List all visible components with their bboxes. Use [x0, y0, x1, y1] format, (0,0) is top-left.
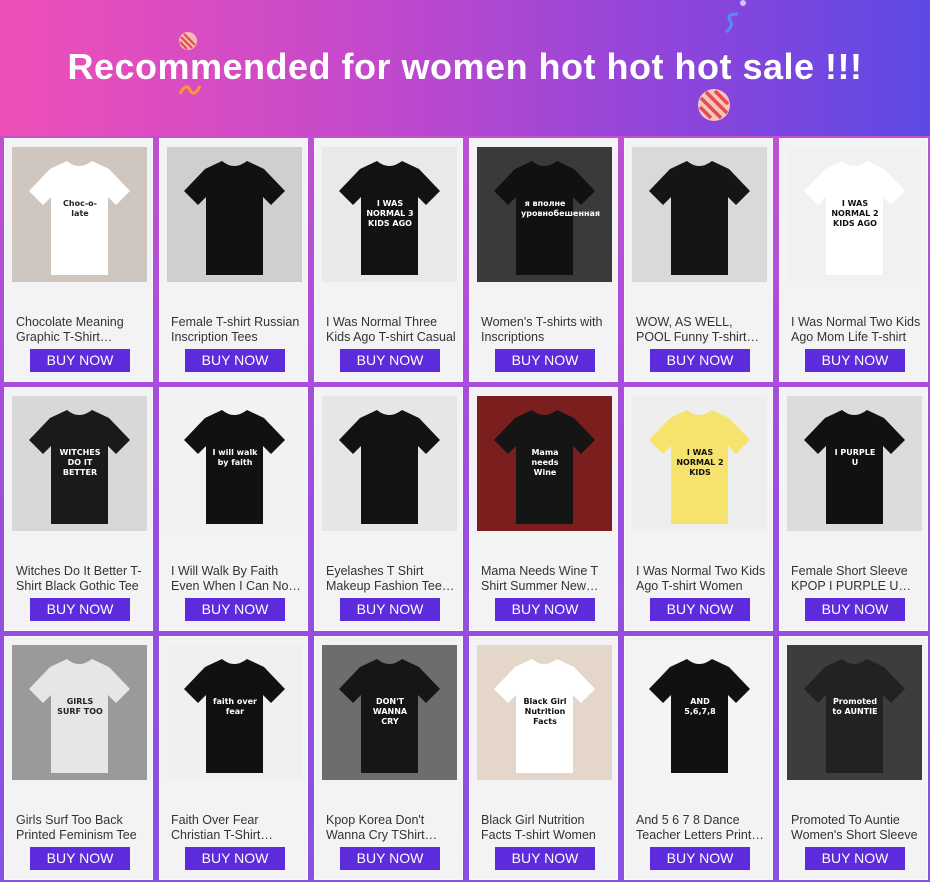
product-card[interactable]: I WAS NORMAL 2 KIDS AGO I Was Normal Two … — [779, 138, 928, 382]
product-image[interactable] — [632, 147, 767, 282]
buy-now-button[interactable]: BUY NOW — [650, 349, 750, 372]
buy-now-button[interactable]: BUY NOW — [495, 349, 595, 372]
shirt-print-text: I PURPLE U — [834, 448, 876, 467]
buy-now-button[interactable]: BUY NOW — [495, 598, 595, 621]
product-card[interactable]: Choc-o-late Chocolate Meaning Graphic T-S… — [4, 138, 153, 382]
product-card[interactable]: Female T-shirt Russian Inscription Tees B… — [159, 138, 308, 382]
product-card[interactable]: AND 5,6,7,8 And 5 6 7 8 Dance Teacher Let… — [624, 636, 773, 880]
buy-now-button[interactable]: BUY NOW — [650, 847, 750, 870]
squiggle-ribbon-icon — [725, 12, 739, 34]
shirt-print-text: DON'T WANNA CRY — [372, 697, 408, 726]
product-image[interactable]: Black Girl Nutrition Facts — [477, 645, 612, 780]
product-image[interactable]: Promoted to AUNTIE — [787, 645, 922, 780]
product-card[interactable]: WITCHES DO IT BETTER Witches Do It Better… — [4, 387, 153, 631]
shirt-print-text: GIRLS SURF TOO — [57, 697, 103, 716]
product-card[interactable]: WOW, AS WELL, POOL Funny T-shirt Women BU… — [624, 138, 773, 382]
product-card[interactable]: GIRLS SURF TOO Girls Surf Too Back Printe… — [4, 636, 153, 880]
product-grid: Choc-o-late Chocolate Meaning Graphic T-S… — [0, 136, 930, 882]
buy-now-button[interactable]: BUY NOW — [185, 847, 285, 870]
tshirt-icon — [167, 147, 302, 282]
product-image[interactable]: DON'T WANNA CRY — [322, 645, 457, 780]
product-image[interactable]: I WAS NORMAL 2 KIDS — [632, 396, 767, 531]
shirt-print-text: I WAS NORMAL 2 KIDS — [676, 448, 724, 477]
product-image[interactable]: I PURPLE U — [787, 396, 922, 531]
product-title[interactable]: Mama Needs Wine T Shirt Summer New Women — [481, 564, 611, 594]
buy-now-button[interactable]: BUY NOW — [30, 598, 130, 621]
buy-now-button[interactable]: BUY NOW — [805, 847, 905, 870]
product-title[interactable]: Kpop Korea Don't Wanna Cry TShirt Women — [326, 813, 456, 843]
product-card[interactable]: я вполне уровнобешенная Women's T-shirts … — [469, 138, 618, 382]
shirt-print-text: I WAS NORMAL 2 KIDS AGO — [831, 199, 879, 228]
shirt-print-text: Promoted to AUNTIE — [832, 697, 878, 716]
product-image[interactable]: I WAS NORMAL 2 KIDS AGO — [787, 147, 922, 282]
product-title[interactable]: I Will Walk By Faith Even When I Can Not… — [171, 564, 301, 594]
shirt-print-text: AND 5,6,7,8 — [684, 697, 716, 716]
product-title[interactable]: Promoted To Auntie Women's Short Sleeve — [791, 813, 921, 843]
buy-now-button[interactable]: BUY NOW — [805, 349, 905, 372]
product-title[interactable]: Black Girl Nutrition Facts T-shirt Women — [481, 813, 611, 843]
product-title[interactable]: Women's T-shirts with Inscriptions — [481, 315, 611, 345]
product-title[interactable]: Chocolate Meaning Graphic T-Shirt Women … — [16, 315, 146, 345]
product-title[interactable]: Girls Surf Too Back Printed Feminism Tee — [16, 813, 146, 843]
tshirt-icon — [632, 147, 767, 282]
product-title[interactable]: I Was Normal Two Kids Ago T-shirt Women — [636, 564, 766, 594]
candy-balloon-icon — [698, 89, 730, 121]
product-card[interactable]: faith over fear Faith Over Fear Christian… — [159, 636, 308, 880]
product-image[interactable]: I will walk by faith — [167, 396, 302, 531]
product-title[interactable]: I Was Normal Two Kids Ago Mom Life T-shi… — [791, 315, 921, 345]
product-title[interactable]: Eyelashes T Shirt Makeup Fashion Tee Wom… — [326, 564, 456, 594]
buy-now-button[interactable]: BUY NOW — [340, 847, 440, 870]
buy-now-button[interactable]: BUY NOW — [650, 598, 750, 621]
buy-now-button[interactable]: BUY NOW — [495, 847, 595, 870]
buy-now-button[interactable]: BUY NOW — [340, 598, 440, 621]
shirt-print-text: я вполне уровнобешенная — [521, 199, 601, 218]
buy-now-button[interactable]: BUY NOW — [185, 598, 285, 621]
product-title[interactable]: WOW, AS WELL, POOL Funny T-shirt Women — [636, 315, 766, 345]
promo-banner: Recommended for women hot hot hot sale !… — [0, 0, 930, 136]
product-image[interactable]: GIRLS SURF TOO — [12, 645, 147, 780]
product-title[interactable]: Faith Over Fear Christian T-Shirt Women — [171, 813, 301, 843]
banner-title: Recommended for women hot hot hot sale !… — [67, 46, 863, 87]
buy-now-button[interactable]: BUY NOW — [30, 847, 130, 870]
product-card[interactable]: Promoted to AUNTIE Promoted To Auntie Wom… — [779, 636, 928, 880]
dot-icon — [740, 0, 746, 6]
shirt-print-text: I will walk by faith — [212, 448, 258, 467]
product-title[interactable]: And 5 6 7 8 Dance Teacher Letters Print … — [636, 813, 766, 843]
product-image[interactable]: I WAS NORMAL 3 KIDS AGO — [322, 147, 457, 282]
product-image[interactable]: faith over fear — [167, 645, 302, 780]
product-image[interactable]: Mama needs Wine — [477, 396, 612, 531]
product-image[interactable] — [167, 147, 302, 282]
buy-now-button[interactable]: BUY NOW — [805, 598, 905, 621]
product-card[interactable]: Black Girl Nutrition Facts Black Girl Nut… — [469, 636, 618, 880]
shirt-print-text: Black Girl Nutrition Facts — [523, 697, 567, 726]
product-image[interactable]: AND 5,6,7,8 — [632, 645, 767, 780]
tshirt-icon — [322, 396, 457, 531]
product-title[interactable]: Female T-shirt Russian Inscription Tees — [171, 315, 301, 345]
product-card[interactable]: DON'T WANNA CRY Kpop Korea Don't Wanna Cr… — [314, 636, 463, 880]
product-image[interactable]: я вполне уровнобешенная — [477, 147, 612, 282]
product-card[interactable]: Eyelashes T Shirt Makeup Fashion Tee Wom… — [314, 387, 463, 631]
product-image[interactable]: WITCHES DO IT BETTER — [12, 396, 147, 531]
product-image[interactable] — [322, 396, 457, 531]
product-title[interactable]: I Was Normal Three Kids Ago T-shirt Casu… — [326, 315, 456, 345]
shirt-print-text: Mama needs Wine — [531, 448, 559, 477]
shirt-print-text: faith over fear — [212, 697, 257, 716]
product-card[interactable]: I PURPLE U Female Short Sleeve KPOP I PUR… — [779, 387, 928, 631]
shirt-print-text: WITCHES DO IT BETTER — [59, 448, 101, 477]
product-title[interactable]: Witches Do It Better T-Shirt Black Gothi… — [16, 564, 146, 594]
product-image[interactable]: Choc-o-late — [12, 147, 147, 282]
product-card[interactable]: I WAS NORMAL 2 KIDS I Was Normal Two Kids… — [624, 387, 773, 631]
product-card[interactable]: Mama needs Wine Mama Needs Wine T Shirt S… — [469, 387, 618, 631]
shirt-print-text: Choc-o-late — [63, 199, 97, 218]
buy-now-button[interactable]: BUY NOW — [30, 349, 130, 372]
buy-now-button[interactable]: BUY NOW — [340, 349, 440, 372]
buy-now-button[interactable]: BUY NOW — [185, 349, 285, 372]
product-card[interactable]: I will walk by faith I Will Walk By Faith… — [159, 387, 308, 631]
shirt-print-text: I WAS NORMAL 3 KIDS AGO — [366, 199, 414, 228]
product-title[interactable]: Female Short Sleeve KPOP I PURPLE U Tee — [791, 564, 921, 594]
product-card[interactable]: I WAS NORMAL 3 KIDS AGO I Was Normal Thre… — [314, 138, 463, 382]
